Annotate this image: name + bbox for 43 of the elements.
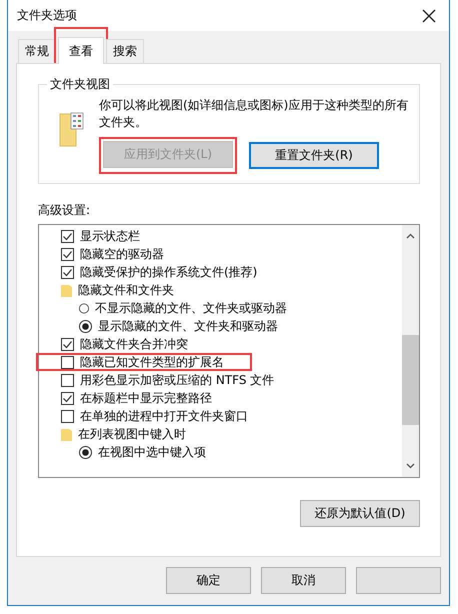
checkbox[interactable] [61, 266, 74, 278]
setting-label: 在标题栏中显示完整路径 [80, 390, 212, 406]
checkbox[interactable] [61, 248, 74, 260]
setting-label: 在列表视图中键入时 [78, 426, 186, 442]
folder-icon [61, 284, 72, 296]
setting-label: 隐藏受保护的操作系统文件(推荐) [80, 264, 258, 280]
checkbox[interactable] [61, 392, 74, 404]
radio-button[interactable] [79, 320, 92, 332]
tab[interactable]: 常规 [18, 39, 56, 63]
checkbox[interactable] [61, 410, 74, 422]
radio-button[interactable] [79, 302, 89, 314]
scroll-up-icon[interactable] [406, 233, 415, 239]
scroll-thumb[interactable] [402, 335, 419, 425]
dialog-button[interactable]: 取消 [261, 567, 346, 594]
setting-label: 隐藏已知文件类型的扩展名 [80, 354, 224, 370]
scrollbar[interactable] [402, 225, 419, 477]
section-label: 高级设置: [38, 202, 92, 219]
radio-button[interactable] [79, 446, 92, 458]
restore-defaults-button[interactable]: 还原为默认值(D) [300, 500, 420, 527]
close-icon[interactable] [421, 8, 437, 24]
description-text: 你可以将此视图(如详细信息或图标)应用于这种类型的所有文件夹。 [99, 97, 410, 131]
window-title: 文件夹选项 [17, 7, 77, 24]
setting-label: 用彩色显示加密或压缩的 NTFS 文件 [80, 372, 274, 388]
tab[interactable]: 搜索 [106, 39, 144, 63]
tab[interactable]: 查看 [58, 37, 104, 64]
folder-icon [61, 428, 72, 440]
setting-label: 显示隐藏的文件、文件夹和驱动器 [98, 318, 278, 334]
folder-view-icon [59, 111, 85, 147]
scroll-down-icon[interactable] [406, 463, 415, 469]
setting-label: 隐藏空的驱动器 [80, 246, 164, 262]
checkbox[interactable] [61, 374, 74, 386]
checkbox[interactable] [61, 230, 74, 242]
setting-label: 在视图中选中键入项 [98, 444, 206, 460]
setting-label: 隐藏文件夹合并冲突 [80, 336, 188, 352]
checkbox[interactable] [61, 338, 74, 350]
checkbox[interactable] [61, 356, 74, 368]
setting-label: 在单独的进程中打开文件夹窗口 [80, 408, 248, 424]
setting-label: 不显示隐藏的文件、文件夹或驱动器 [95, 300, 287, 316]
dialog-button[interactable]: 确定 [166, 567, 251, 594]
setting-label: 隐藏文件和文件夹 [78, 282, 174, 298]
setting-label: 显示状态栏 [80, 228, 140, 244]
group-title: 文件夹视图 [49, 76, 111, 93]
folder-button[interactable]: 重置文件夹(R) [249, 142, 379, 169]
